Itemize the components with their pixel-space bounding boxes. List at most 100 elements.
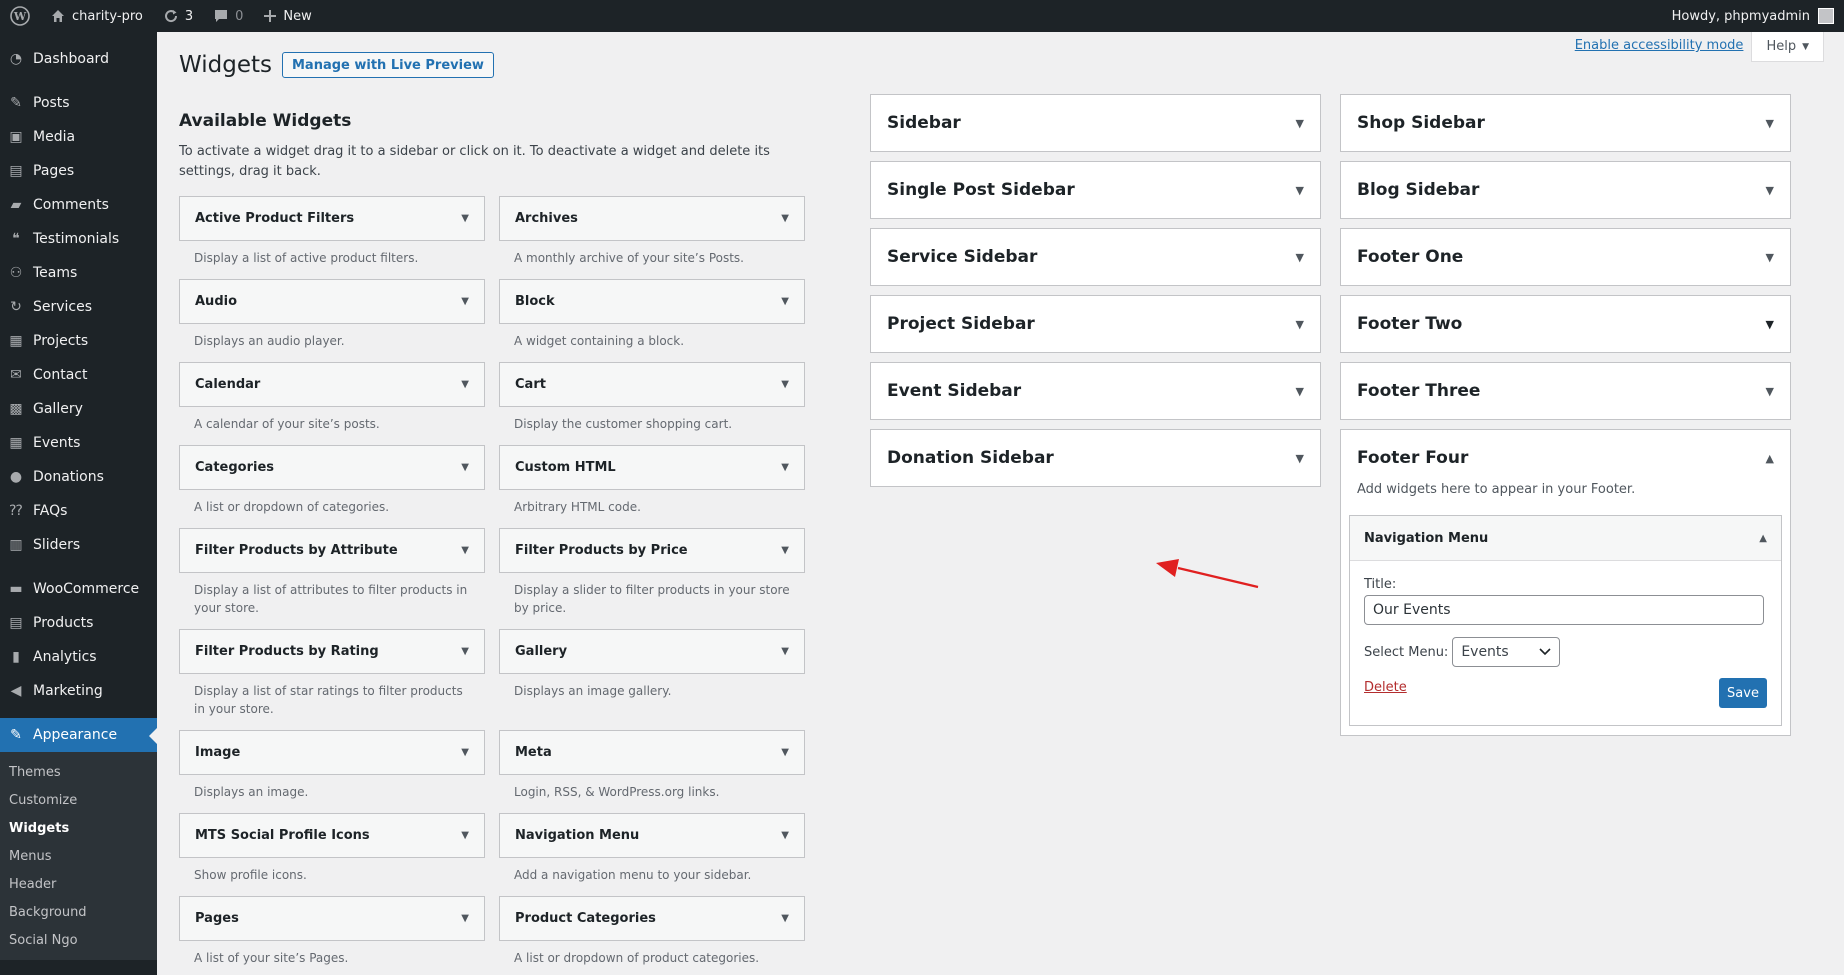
widget-title-bar[interactable]: MTS Social Profile Icons ▼ [179,813,485,858]
caret-down-icon[interactable]: ▼ [781,913,789,924]
caret-down-icon[interactable]: ▼ [781,379,789,390]
widget-title-bar[interactable]: Navigation Menu ▲ [1350,516,1781,561]
caret-down-icon[interactable]: ▼ [461,213,469,224]
caret-down-icon[interactable]: ▼ [1766,318,1774,331]
widget-title-bar[interactable]: Meta ▼ [499,730,805,775]
widget-item[interactable]: Categories ▼ A list or dropdown of categor… [179,445,485,528]
widget-title-bar[interactable]: Filter Products by Price ▼ [499,528,805,573]
caret-down-icon[interactable]: ▼ [461,296,469,307]
widget-item[interactable]: Filter Products by Price ▼ Display a slide… [499,528,805,629]
widget-item[interactable]: Audio ▼ Displays an audio player. [179,279,485,362]
sidebar-area-project[interactable]: Project Sidebar ▼ [870,295,1321,353]
caret-down-icon[interactable]: ▼ [781,646,789,657]
submenu-header[interactable]: Header [0,870,157,898]
widget-title-bar[interactable]: Navigation Menu ▼ [499,813,805,858]
caret-down-icon[interactable]: ▼ [1766,385,1774,398]
caret-down-icon[interactable]: ▼ [781,747,789,758]
caret-down-icon[interactable]: ▼ [461,747,469,758]
menu-item-testimonials[interactable]: ❝ Testimonials [0,222,157,256]
caret-down-icon[interactable]: ▼ [1296,184,1304,197]
caret-up-icon[interactable]: ▲ [1766,452,1774,465]
widget-item[interactable]: Filter Products by Attribute ▼ Display a l… [179,528,485,629]
menu-item-services[interactable]: ↻ Services [0,290,157,324]
caret-down-icon[interactable]: ▼ [461,646,469,657]
caret-down-icon[interactable]: ▼ [781,830,789,841]
caret-down-icon[interactable]: ▼ [461,913,469,924]
widget-item[interactable]: Pages ▼ A list of your site’s Pages. [179,896,485,975]
menu-item-appearance[interactable]: ✎ Appearance [0,718,157,752]
widget-item[interactable]: Gallery ▼ Displays an image gallery. [499,629,805,730]
updates-link[interactable]: 3 [153,0,203,32]
sidebar-area-donation[interactable]: Donation Sidebar ▼ [870,429,1321,487]
caret-down-icon[interactable]: ▼ [1296,318,1304,331]
menu-item-faqs[interactable]: ⁇ FAQs [0,494,157,528]
caret-down-icon[interactable]: ▼ [461,462,469,473]
sidebar-area-shop[interactable]: Shop Sidebar ▼ [1340,94,1791,152]
widget-title-bar[interactable]: Custom HTML ▼ [499,445,805,490]
widget-item[interactable]: Cart ▼ Display the customer shopping cart. [499,362,805,445]
widget-title-bar[interactable]: Product Categories ▼ [499,896,805,941]
caret-up-icon[interactable]: ▲ [1759,533,1767,544]
menu-select[interactable]: Events [1452,637,1561,667]
widget-title-bar[interactable]: Block ▼ [499,279,805,324]
sidebar-area-service[interactable]: Service Sidebar ▼ [870,228,1321,286]
caret-down-icon[interactable]: ▼ [461,545,469,556]
menu-item-media[interactable]: ▣ Media [0,120,157,154]
widget-title-bar[interactable]: Active Product Filters ▼ [179,196,485,241]
widget-title-bar[interactable]: Gallery ▼ [499,629,805,674]
menu-item-sliders[interactable]: ▥ Sliders [0,528,157,562]
widget-title-bar[interactable]: Filter Products by Attribute ▼ [179,528,485,573]
submenu-customize[interactable]: Customize [0,786,157,814]
help-tab-button[interactable]: Help ▼ [1751,32,1824,62]
widget-item[interactable]: Archives ▼ A monthly archive of your site’… [499,196,805,279]
menu-item-projects[interactable]: ▦ Projects [0,324,157,358]
menu-item-analytics[interactable]: ▮ Analytics [0,640,157,674]
my-account[interactable]: Howdy, phpmyadmin [1672,8,1844,24]
save-button[interactable]: Save [1719,678,1767,708]
caret-down-icon[interactable]: ▼ [461,379,469,390]
widget-item[interactable]: Calendar ▼ A calendar of your site’s posts… [179,362,485,445]
caret-down-icon[interactable]: ▼ [1296,251,1304,264]
sidebar-area-footer-two[interactable]: Footer Two ▼ [1340,295,1791,353]
submenu-widgets[interactable]: Widgets [0,814,157,842]
caret-down-icon[interactable]: ▼ [781,462,789,473]
widget-item[interactable]: Image ▼ Displays an image. [179,730,485,813]
delete-link[interactable]: Delete [1364,680,1407,695]
sidebar-area-footer-one[interactable]: Footer One ▼ [1340,228,1791,286]
caret-down-icon[interactable]: ▼ [1296,385,1304,398]
submenu-background[interactable]: Background [0,898,157,926]
caret-down-icon[interactable]: ▼ [781,545,789,556]
site-name-link[interactable]: charity-pro [40,0,153,32]
sidebar-area-blog[interactable]: Blog Sidebar ▼ [1340,161,1791,219]
wordpress-logo-button[interactable]: W [0,0,40,32]
widget-title-bar[interactable]: Calendar ▼ [179,362,485,407]
menu-item-pages[interactable]: ▤ Pages [0,154,157,188]
submenu-themes[interactable]: Themes [0,758,157,786]
menu-item-donations[interactable]: ● Donations [0,460,157,494]
caret-down-icon[interactable]: ▼ [1296,452,1304,465]
caret-down-icon[interactable]: ▼ [1766,251,1774,264]
title-input[interactable]: Our Events [1364,595,1764,625]
submenu-menus[interactable]: Menus [0,842,157,870]
widget-title-bar[interactable]: Audio ▼ [179,279,485,324]
widget-title-bar[interactable]: Image ▼ [179,730,485,775]
widget-title-bar[interactable]: Pages ▼ [179,896,485,941]
sidebar-area-event[interactable]: Event Sidebar ▼ [870,362,1321,420]
widget-item[interactable]: Block ▼ A widget containing a block. [499,279,805,362]
caret-down-icon[interactable]: ▼ [781,296,789,307]
widget-item[interactable]: Meta ▼ Login, RSS, & WordPress.org links. [499,730,805,813]
submenu-social-ngo[interactable]: Social Ngo [0,926,157,954]
widget-item[interactable]: Filter Products by Rating ▼ Display a list… [179,629,485,730]
widget-title-bar[interactable]: Filter Products by Rating ▼ [179,629,485,674]
menu-item-gallery[interactable]: ▩ Gallery [0,392,157,426]
widget-title-bar[interactable]: Cart ▼ [499,362,805,407]
widget-item[interactable]: Product Categories ▼ A list or dropdown of… [499,896,805,975]
sidebar-area-sidebar[interactable]: Sidebar ▼ [870,94,1321,152]
widget-title-bar[interactable]: Categories ▼ [179,445,485,490]
caret-down-icon[interactable]: ▼ [1296,117,1304,130]
caret-down-icon[interactable]: ▼ [1766,117,1774,130]
caret-down-icon[interactable]: ▼ [461,830,469,841]
menu-item-marketing[interactable]: ◀ Marketing [0,674,157,708]
menu-item-posts[interactable]: ✎ Posts [0,86,157,120]
widget-title-bar[interactable]: Archives ▼ [499,196,805,241]
